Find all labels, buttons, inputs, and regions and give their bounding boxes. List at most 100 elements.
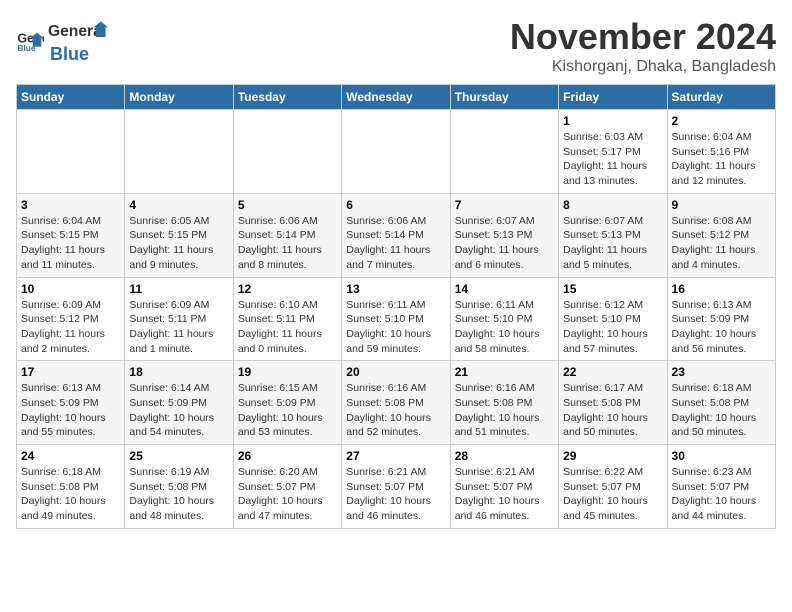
calendar-day-cell: 28Sunrise: 6:21 AMSunset: 5:07 PMDayligh… [450, 445, 558, 529]
weekday-header-row: SundayMondayTuesdayWednesdayThursdayFrid… [17, 85, 776, 110]
main-title: November 2024 [510, 16, 776, 58]
weekday-header-sunday: Sunday [17, 85, 125, 110]
day-info: Sunrise: 6:12 AMSunset: 5:10 PMDaylight:… [563, 298, 662, 357]
day-info: Sunrise: 6:22 AMSunset: 5:07 PMDaylight:… [563, 465, 662, 524]
day-number: 24 [21, 449, 120, 463]
day-info: Sunrise: 6:07 AMSunset: 5:13 PMDaylight:… [563, 214, 662, 273]
calendar-day-cell: 23 Sunrise: 6:18 AMSunset: 5:08 PMDayligh… [667, 361, 775, 445]
weekday-header-monday: Monday [125, 85, 233, 110]
day-number: 10 [21, 282, 120, 296]
day-info: Sunrise: 6:13 AMSunset: 5:09 PMDaylight:… [21, 381, 120, 440]
day-number: 3 [21, 198, 120, 212]
day-number: 22 [563, 365, 662, 379]
calendar-week-row: 3Sunrise: 6:04 AMSunset: 5:15 PMDaylight… [17, 193, 776, 277]
calendar-day-cell: 25Sunrise: 6:19 AMSunset: 5:08 PMDayligh… [125, 445, 233, 529]
day-info: Sunrise: 6:17 AMSunset: 5:08 PMDaylight:… [563, 381, 662, 440]
day-number: 4 [129, 198, 228, 212]
day-info: Sunrise: 6:13 AMSunset: 5:09 PMDaylight:… [672, 298, 771, 357]
weekday-header-friday: Friday [559, 85, 667, 110]
day-number: 29 [563, 449, 662, 463]
calendar-day-cell: 2 Sunrise: 6:04 AMSunset: 5:16 PMDaylight… [667, 110, 775, 194]
calendar-day-cell: 13 Sunrise: 6:11 AMSunset: 5:10 PMDayligh… [342, 277, 450, 361]
day-info: Sunrise: 6:04 AMSunset: 5:16 PMDaylight:… [672, 130, 771, 189]
calendar-day-cell: 14 Sunrise: 6:11 AMSunset: 5:10 PMDayligh… [450, 277, 558, 361]
day-number: 5 [238, 198, 337, 212]
day-info: Sunrise: 6:20 AMSunset: 5:07 PMDaylight:… [238, 465, 337, 524]
day-info: Sunrise: 6:11 AMSunset: 5:10 PMDaylight:… [455, 298, 554, 357]
calendar-week-row: 17Sunrise: 6:13 AMSunset: 5:09 PMDayligh… [17, 361, 776, 445]
calendar-day-cell: 9Sunrise: 6:08 AMSunset: 5:12 PMDaylight… [667, 193, 775, 277]
day-info: Sunrise: 6:10 AMSunset: 5:11 PMDaylight:… [238, 298, 337, 357]
calendar-day-cell: 4 Sunrise: 6:05 AMSunset: 5:15 PMDaylight… [125, 193, 233, 277]
logo-icon: General Blue [16, 27, 44, 55]
calendar-day-cell: 15 Sunrise: 6:12 AMSunset: 5:10 PMDayligh… [559, 277, 667, 361]
calendar-table: SundayMondayTuesdayWednesdayThursdayFrid… [16, 84, 776, 529]
day-number: 21 [455, 365, 554, 379]
logo: General Blue General Blue [16, 16, 108, 65]
calendar-day-cell: 29 Sunrise: 6:22 AMSunset: 5:07 PMDayligh… [559, 445, 667, 529]
day-info: Sunrise: 6:11 AMSunset: 5:10 PMDaylight:… [346, 298, 445, 357]
day-number: 11 [129, 282, 228, 296]
calendar-day-cell: 11 Sunrise: 6:09 AMSunset: 5:11 PMDayligh… [125, 277, 233, 361]
calendar-day-cell: 19 Sunrise: 6:15 AMSunset: 5:09 PMDayligh… [233, 361, 341, 445]
day-info: Sunrise: 6:09 AMSunset: 5:12 PMDaylight:… [21, 298, 120, 357]
day-info: Sunrise: 6:18 AMSunset: 5:08 PMDaylight:… [21, 465, 120, 524]
calendar-day-cell: 12Sunrise: 6:10 AMSunset: 5:11 PMDayligh… [233, 277, 341, 361]
day-number: 6 [346, 198, 445, 212]
day-info: Sunrise: 6:03 AMSunset: 5:17 PMDaylight:… [563, 130, 662, 189]
empty-day-cell [233, 110, 341, 194]
weekday-header-thursday: Thursday [450, 85, 558, 110]
day-number: 16 [672, 282, 771, 296]
day-number: 1 [563, 114, 662, 128]
day-number: 23 [672, 365, 771, 379]
day-number: 15 [563, 282, 662, 296]
day-number: 2 [672, 114, 771, 128]
subtitle: Kishorganj, Dhaka, Bangladesh [510, 58, 776, 76]
day-info: Sunrise: 6:06 AMSunset: 5:14 PMDaylight:… [238, 214, 337, 273]
empty-day-cell [450, 110, 558, 194]
day-number: 27 [346, 449, 445, 463]
calendar-day-cell: 27 Sunrise: 6:21 AMSunset: 5:07 PMDayligh… [342, 445, 450, 529]
day-number: 13 [346, 282, 445, 296]
day-info: Sunrise: 6:16 AMSunset: 5:08 PMDaylight:… [346, 381, 445, 440]
calendar-day-cell: 16 Sunrise: 6:13 AMSunset: 5:09 PMDayligh… [667, 277, 775, 361]
day-info: Sunrise: 6:23 AMSunset: 5:07 PMDaylight:… [672, 465, 771, 524]
day-number: 25 [129, 449, 228, 463]
day-info: Sunrise: 6:05 AMSunset: 5:15 PMDaylight:… [129, 214, 228, 273]
day-number: 14 [455, 282, 554, 296]
day-info: Sunrise: 6:14 AMSunset: 5:09 PMDaylight:… [129, 381, 228, 440]
calendar-week-row: 24 Sunrise: 6:18 AMSunset: 5:08 PMDayligh… [17, 445, 776, 529]
calendar-week-row: 10 Sunrise: 6:09 AMSunset: 5:12 PMDayligh… [17, 277, 776, 361]
calendar-day-cell: 6 Sunrise: 6:06 AMSunset: 5:14 PMDaylight… [342, 193, 450, 277]
title-area: November 2024 Kishorganj, Dhaka, Banglad… [510, 16, 776, 76]
day-number: 20 [346, 365, 445, 379]
day-info: Sunrise: 6:21 AMSunset: 5:07 PMDaylight:… [346, 465, 445, 524]
day-number: 28 [455, 449, 554, 463]
day-number: 26 [238, 449, 337, 463]
day-number: 18 [129, 365, 228, 379]
calendar-day-cell: 20 Sunrise: 6:16 AMSunset: 5:08 PMDayligh… [342, 361, 450, 445]
calendar-day-cell: 5 Sunrise: 6:06 AMSunset: 5:14 PMDaylight… [233, 193, 341, 277]
day-number: 7 [455, 198, 554, 212]
calendar-day-cell: 21Sunrise: 6:16 AMSunset: 5:08 PMDayligh… [450, 361, 558, 445]
day-info: Sunrise: 6:07 AMSunset: 5:13 PMDaylight:… [455, 214, 554, 273]
calendar-day-cell: 10 Sunrise: 6:09 AMSunset: 5:12 PMDayligh… [17, 277, 125, 361]
day-info: Sunrise: 6:18 AMSunset: 5:08 PMDaylight:… [672, 381, 771, 440]
calendar-day-cell: 30Sunrise: 6:23 AMSunset: 5:07 PMDayligh… [667, 445, 775, 529]
calendar-day-cell: 17Sunrise: 6:13 AMSunset: 5:09 PMDayligh… [17, 361, 125, 445]
day-info: Sunrise: 6:15 AMSunset: 5:09 PMDaylight:… [238, 381, 337, 440]
day-info: Sunrise: 6:06 AMSunset: 5:14 PMDaylight:… [346, 214, 445, 273]
empty-day-cell [125, 110, 233, 194]
calendar-day-cell: 1 Sunrise: 6:03 AMSunset: 5:17 PMDaylight… [559, 110, 667, 194]
calendar-day-cell: 18 Sunrise: 6:14 AMSunset: 5:09 PMDayligh… [125, 361, 233, 445]
weekday-header-wednesday: Wednesday [342, 85, 450, 110]
empty-day-cell [342, 110, 450, 194]
calendar-day-cell: 26 Sunrise: 6:20 AMSunset: 5:07 PMDayligh… [233, 445, 341, 529]
calendar-day-cell: 22 Sunrise: 6:17 AMSunset: 5:08 PMDayligh… [559, 361, 667, 445]
day-number: 19 [238, 365, 337, 379]
empty-day-cell [17, 110, 125, 194]
day-number: 9 [672, 198, 771, 212]
weekday-header-tuesday: Tuesday [233, 85, 341, 110]
day-info: Sunrise: 6:09 AMSunset: 5:11 PMDaylight:… [129, 298, 228, 357]
calendar-week-row: 1 Sunrise: 6:03 AMSunset: 5:17 PMDaylight… [17, 110, 776, 194]
